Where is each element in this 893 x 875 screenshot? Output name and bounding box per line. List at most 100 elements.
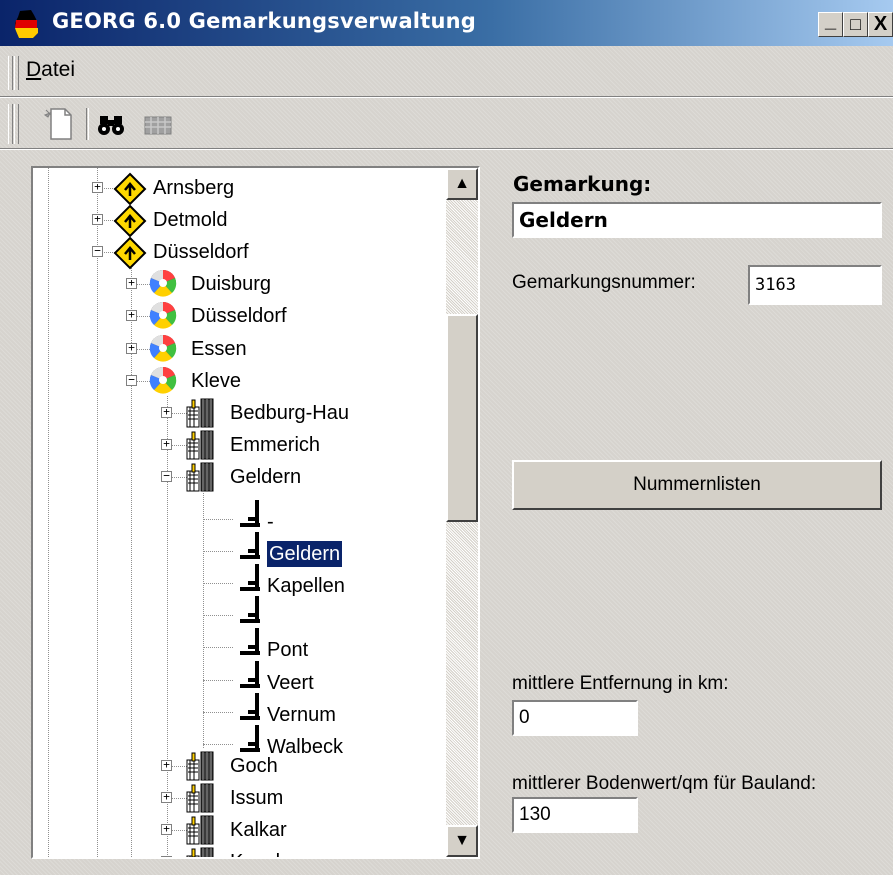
gemarkungsnummer-label: Gemarkungsnummer: (512, 272, 696, 293)
regierungsbezirk-sign-icon (113, 204, 147, 238)
gemeinde-building-icon (186, 847, 214, 857)
new-button[interactable] (40, 106, 76, 142)
gemarkung-flag-icon (240, 596, 260, 623)
expand-plus-icon[interactable]: + (92, 181, 103, 193)
tree-connector (203, 744, 233, 745)
tree-node-label[interactable]: Emmerich (230, 432, 320, 458)
tree-node-label[interactable]: Bedburg-Hau (230, 400, 349, 426)
tree-node-label[interactable]: Arnsberg (153, 175, 234, 201)
tree-content: + Arnsberg + Detmold − Düsseldorf + Duisburg + Dü… (33, 168, 446, 857)
menubar-grip[interactable] (8, 56, 13, 90)
kreis-ball-icon (149, 335, 177, 362)
gemarkung-flag-icon (240, 725, 260, 752)
kreis-ball-icon (149, 367, 177, 394)
bodenwert-field[interactable]: 130 (512, 797, 638, 833)
expand-plus-icon[interactable]: + (126, 342, 137, 354)
toolbar-grip[interactable] (8, 104, 13, 144)
tree-node-label[interactable]: - (267, 509, 274, 535)
menubar-grip-2 (14, 56, 19, 90)
expand-plus-icon[interactable]: + (161, 823, 172, 835)
tree-connector (203, 712, 233, 713)
gemarkung-label: Gemarkung: (513, 172, 652, 196)
gemeinde-building-icon (186, 751, 214, 781)
regierungsbezirk-sign-icon (113, 172, 147, 206)
expand-plus-icon[interactable]: + (161, 759, 172, 771)
tree-node-label[interactable]: Düsseldorf (153, 239, 249, 265)
new-document-icon (43, 108, 72, 140)
menu-datei[interactable]: Datei (26, 58, 75, 82)
tree-connector (131, 268, 132, 857)
tree-view[interactable]: + Arnsberg + Detmold − Düsseldorf + Duisburg + Dü… (31, 166, 480, 859)
tree-connector (203, 647, 233, 648)
tree-node-label[interactable]: Geldern (230, 464, 301, 490)
gemarkungsnummer-field[interactable]: 3163 (748, 265, 882, 305)
tree-node-label[interactable]: Vernum (267, 702, 336, 728)
tree-connector (203, 680, 233, 681)
menu-datei-mnemonic: D (26, 58, 42, 81)
application-window: GEORG 6.0 Gemarkungsverwaltung _ □ X Dat… (0, 0, 893, 875)
gemarkung-field[interactable]: Geldern (512, 202, 882, 238)
tree-node-label[interactable]: Veert (267, 670, 314, 696)
tree-node-label[interactable]: Kalkar (230, 817, 287, 843)
tree-connector (203, 615, 233, 616)
tree-node-label[interactable]: Essen (191, 336, 247, 362)
gemarkung-flag-icon (240, 500, 260, 527)
binoculars-icon (98, 116, 124, 135)
entfernung-field[interactable]: 0 (512, 700, 638, 736)
expand-plus-icon[interactable]: + (92, 213, 103, 225)
search-button[interactable] (96, 112, 126, 138)
collapse-minus-icon[interactable]: − (161, 470, 172, 482)
collapse-minus-icon[interactable]: − (126, 374, 137, 386)
tree-node-label-selected[interactable]: Geldern (265, 540, 344, 568)
scroll-thumb[interactable] (446, 314, 478, 522)
tree-connector (97, 168, 98, 857)
grid-button[interactable] (140, 112, 176, 138)
collapse-minus-icon[interactable]: − (92, 245, 103, 257)
tree-node-label[interactable]: Düsseldorf (191, 303, 287, 329)
minimize-button[interactable]: _ (818, 10, 843, 37)
entfernung-label: mittlere Entfernung in km: (512, 673, 729, 694)
kreis-ball-icon (149, 302, 177, 329)
tree-node-label[interactable]: Detmold (153, 207, 227, 233)
tree-connector (203, 551, 233, 552)
menubar-separator (0, 96, 893, 98)
expand-plus-icon[interactable]: + (126, 309, 137, 321)
toolbar-separator (86, 108, 89, 140)
close-icon: X (873, 13, 888, 35)
gemarkung-flag-icon (240, 628, 260, 655)
gemeinde-building-icon (186, 462, 214, 492)
tree-node-label[interactable]: Duisburg (191, 271, 271, 297)
gemeinde-building-icon (186, 815, 214, 845)
regierungsbezirk-sign-icon (113, 236, 147, 270)
tree-node-label[interactable]: Pont (267, 637, 308, 663)
scroll-up-button[interactable]: ▲ (446, 168, 478, 200)
tree-connector (203, 583, 233, 584)
nummernlisten-button[interactable]: Nummernlisten (512, 460, 882, 510)
expand-plus-icon[interactable]: + (161, 791, 172, 803)
tree-node-label[interactable]: Issum (230, 785, 283, 811)
arrow-down-icon: ▼ (454, 832, 470, 849)
tree-connector (48, 168, 49, 857)
expand-plus-icon[interactable]: + (161, 438, 172, 450)
tree-node-label[interactable]: Kleve (191, 368, 241, 394)
tree-node-label[interactable]: Kevelaer (230, 849, 309, 857)
toolbar-grip-2 (14, 104, 19, 144)
vertical-scrollbar[interactable]: ▲ ▼ (446, 168, 478, 857)
tree-node-label[interactable]: Kapellen (267, 573, 345, 599)
gemarkung-flag-icon (240, 661, 260, 688)
kreis-ball-icon (149, 270, 177, 297)
expand-plus-icon[interactable]: + (161, 855, 172, 857)
scroll-down-button[interactable]: ▼ (446, 825, 478, 857)
tree-node-label[interactable]: Goch (230, 753, 278, 779)
expand-plus-icon[interactable]: + (126, 277, 137, 289)
expand-plus-icon[interactable]: + (161, 406, 172, 418)
tree-node-label[interactable]: Walbeck (267, 734, 343, 760)
title-bar[interactable]: GEORG 6.0 Gemarkungsverwaltung _ □ X (0, 0, 893, 46)
window-title: GEORG 6.0 Gemarkungsverwaltung (52, 9, 476, 33)
gemeinde-building-icon (186, 783, 214, 813)
maximize-button[interactable]: □ (843, 12, 868, 37)
gemarkung-flag-icon (240, 532, 260, 559)
bodenwert-label: mittlerer Bodenwert/qm für Bauland: (512, 773, 817, 794)
close-button[interactable]: X (868, 12, 893, 37)
nummernlisten-button-label: Nummernlisten (633, 474, 761, 495)
